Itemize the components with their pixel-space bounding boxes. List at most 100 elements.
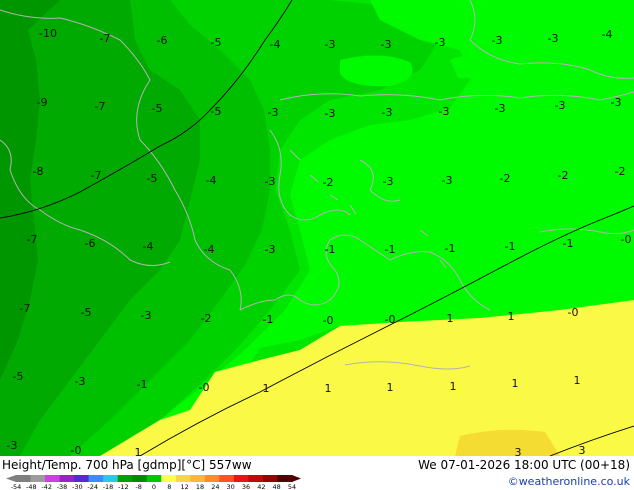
temp-value-label: 1 <box>512 377 519 390</box>
temp-value-label: 1 <box>387 381 394 394</box>
temp-value-label: -3 <box>611 96 622 109</box>
legend-swatch <box>204 475 220 482</box>
legend-swatch <box>88 475 104 482</box>
temp-value-label: -3 <box>325 107 336 120</box>
temp-value-label: -4 <box>206 174 217 187</box>
temp-value-label: 1 <box>574 374 581 387</box>
legend-swatch <box>16 475 32 482</box>
credit-link[interactable]: ©weatheronline.co.uk <box>508 475 630 489</box>
temp-value-label: -6 <box>157 34 168 47</box>
temp-value-label: -2 <box>558 169 569 182</box>
legend-swatch <box>146 475 162 482</box>
temp-value-label: -1 <box>263 313 274 326</box>
temp-value-label: -2 <box>500 172 511 185</box>
temp-value-label: -5 <box>211 105 222 118</box>
temp-value-label: -5 <box>13 370 24 383</box>
legend-swatch <box>59 475 75 482</box>
temp-value-label: -4 <box>602 28 613 41</box>
temp-value-label: -7 <box>20 302 31 315</box>
temp-value-label: -3 <box>325 38 336 51</box>
temp-value-label: -2 <box>323 176 334 189</box>
legend-tick-label: -30 <box>72 483 83 490</box>
temp-value-label: -3 <box>495 102 506 115</box>
legend-tick-label: -38 <box>57 483 68 490</box>
temp-value-label: -10 <box>39 27 57 40</box>
legend-swatch <box>45 475 61 482</box>
legend-swatch <box>132 475 148 482</box>
legend-swatch <box>117 475 133 482</box>
legend-tick-label: 24 <box>211 483 219 490</box>
legend-tick-label: 30 <box>227 483 235 490</box>
temp-value-label: 1 <box>508 310 515 323</box>
temp-zone-positive-2 <box>455 429 560 456</box>
color-legend: -54 -48 -42 -38 -30 -24 -18 -12 -8 0 8 12 18 24 30 36 42… <box>6 475 301 490</box>
temp-value-label: -1 <box>505 240 516 253</box>
legend-tick-label: 18 <box>196 483 204 490</box>
temp-value-label: -4 <box>270 38 281 51</box>
temp-value-label: -3 <box>492 34 503 47</box>
temp-value-label: 1 <box>447 312 454 325</box>
legend-bars <box>6 475 301 482</box>
legend-swatch <box>233 475 249 482</box>
temp-value-label: -4 <box>204 243 215 256</box>
temp-value-label: -7 <box>100 32 111 45</box>
map-title: Height/Temp. 700 hPa [gdmp][°C] 557ww <box>2 458 252 472</box>
legend-swatch <box>262 475 278 482</box>
legend-swatch <box>103 475 119 482</box>
legend-tick-label: 36 <box>242 483 250 490</box>
temp-value-label: -1 <box>137 378 148 391</box>
temp-value-label: -3 <box>383 175 394 188</box>
temp-value-label: -0 <box>385 313 396 326</box>
temp-value-label: -0 <box>199 381 210 394</box>
temp-value-label: -0 <box>71 444 82 456</box>
temperature-map: -10 -7 -6 -5 -4 -3 -3 -3 -3 -3 -4 -9 -7 -5 -5 -3 -3 -3 -3 -… <box>0 0 634 456</box>
legend-tick-label: 0 <box>152 483 156 490</box>
legend-tick-label: 48 <box>273 483 281 490</box>
temp-value-label: -3 <box>435 36 446 49</box>
temp-value-label: 1 <box>263 382 270 395</box>
temp-value-label: -2 <box>201 312 212 325</box>
temp-value-label: -8 <box>33 165 44 178</box>
temp-value-label: -3 <box>382 106 393 119</box>
temp-value-label: -1 <box>325 243 336 256</box>
temp-value-label: -4 <box>143 240 154 253</box>
temp-value-label: -0 <box>621 233 632 246</box>
temp-value-label: 1 <box>325 382 332 395</box>
legend-swatch <box>190 475 206 482</box>
temp-value-label: -1 <box>385 243 396 256</box>
legend-swatch <box>161 475 177 482</box>
temp-value-label: -3 <box>268 106 279 119</box>
temp-value-label: 1 <box>450 380 457 393</box>
map-canvas: -10 -7 -6 -5 -4 -3 -3 -3 -3 -3 -4 -9 -7 -5 -5 -3 -3 -3 -3 -… <box>0 0 634 456</box>
temp-blob-light <box>340 55 413 87</box>
temp-value-label: -3 <box>381 38 392 51</box>
temp-value-label: -5 <box>81 306 92 319</box>
temp-value-label: -7 <box>91 169 102 182</box>
legend-swatch <box>30 475 46 482</box>
temp-value-label: 3 <box>515 446 522 456</box>
temp-value-label: -3 <box>141 309 152 322</box>
legend-tick-label: -18 <box>103 483 114 490</box>
temp-value-label: -3 <box>265 175 276 188</box>
legend-tick-label: -12 <box>118 483 129 490</box>
legend-swatch <box>277 475 293 482</box>
temp-value-label: -5 <box>147 172 158 185</box>
temp-value-label: -5 <box>211 36 222 49</box>
legend-arrow-left <box>6 475 16 482</box>
temp-value-label: -1 <box>563 237 574 250</box>
legend-swatch <box>219 475 235 482</box>
temp-value-label: -3 <box>75 375 86 388</box>
temp-value-label: -0 <box>323 314 334 327</box>
temp-value-label: -3 <box>442 174 453 187</box>
temp-value-label: -1 <box>445 242 456 255</box>
temp-value-label: -5 <box>152 102 163 115</box>
legend-tick-label: 8 <box>167 483 171 490</box>
temp-value-label: -3 <box>548 32 559 45</box>
legend-tick-label: -8 <box>135 483 141 490</box>
valid-time: We 07-01-2026 18:00 UTC (00+18) <box>418 458 630 472</box>
temp-value-label: -6 <box>85 237 96 250</box>
map-footer: Height/Temp. 700 hPa [gdmp][°C] 557ww We… <box>0 456 634 490</box>
legend-arrow-right <box>292 475 301 482</box>
legend-tick-label: 54 <box>288 483 296 490</box>
legend-tick-label: 42 <box>257 483 265 490</box>
